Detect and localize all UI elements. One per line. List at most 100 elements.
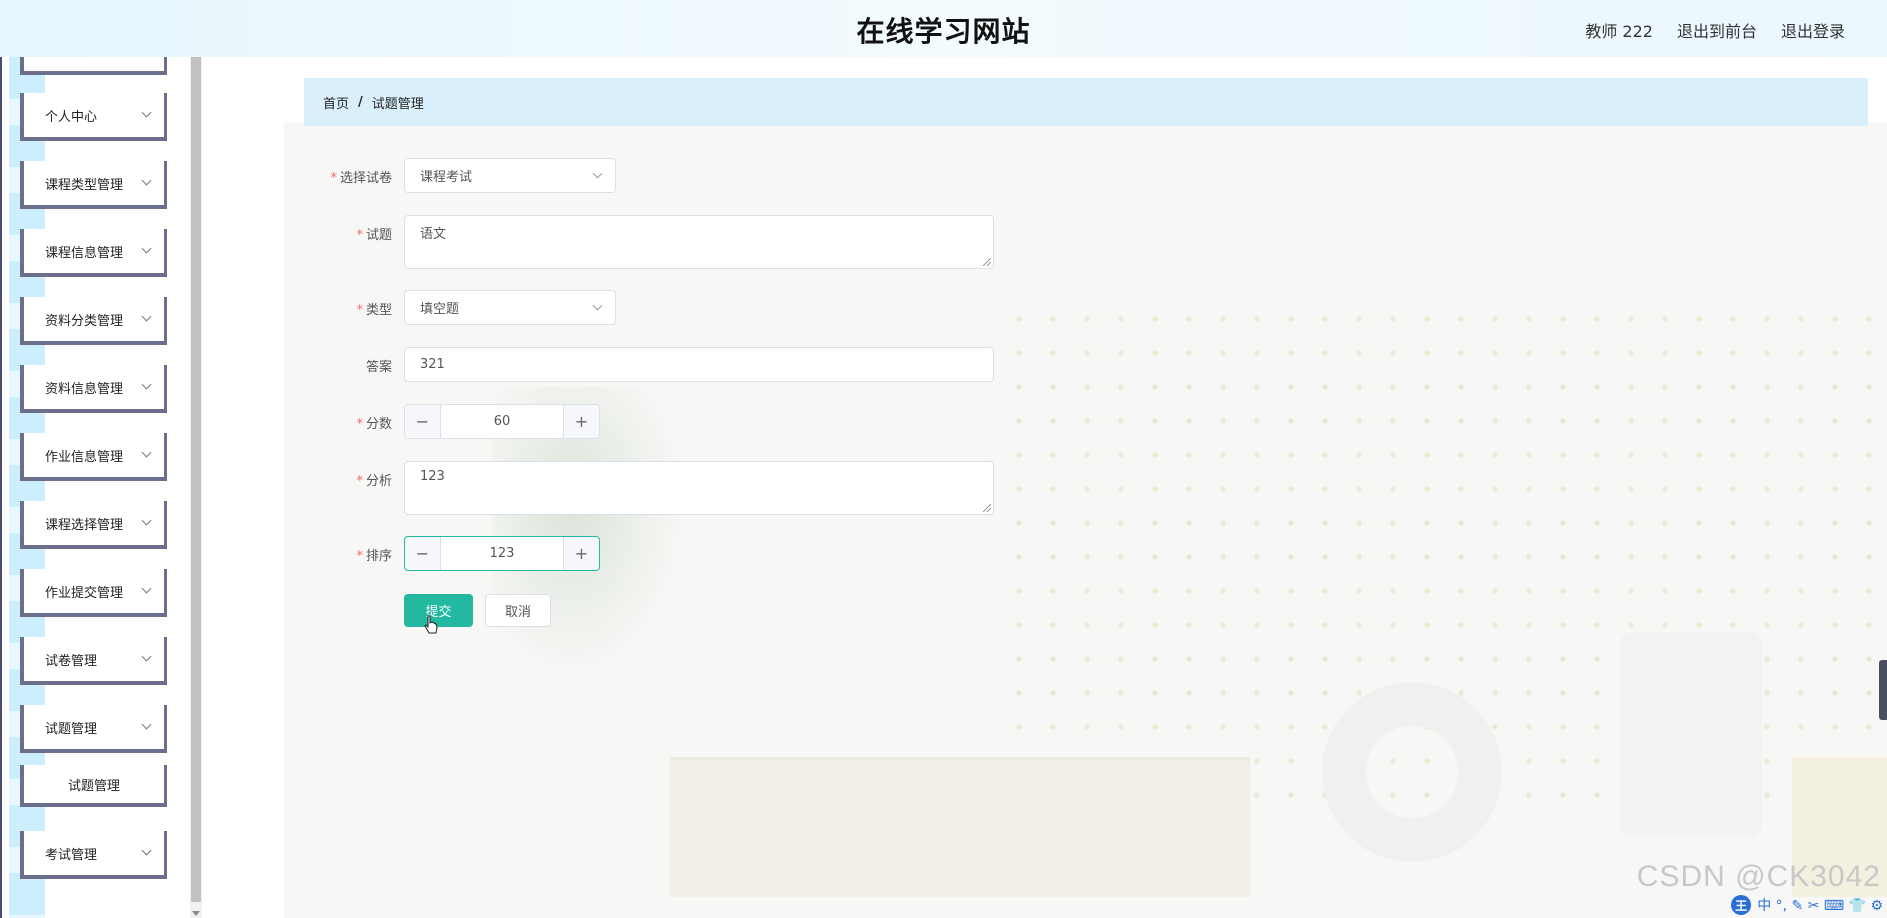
sidebar-item-course-selection[interactable]: 课程选择管理 bbox=[20, 501, 167, 549]
chevron-down-icon bbox=[141, 447, 152, 458]
required-mark: * bbox=[330, 171, 337, 186]
cancel-button[interactable]: 取消 bbox=[485, 594, 551, 627]
type-select-value: 填空题 bbox=[420, 302, 460, 317]
paper-select[interactable]: 课程考试 bbox=[404, 158, 616, 193]
sidebar-item-question-management[interactable]: 试题管理 bbox=[20, 705, 167, 753]
sidebar: 个人中心 课程类型管理 课程信息管理 资料分类管理 资料信息管理 作业信息管理 … bbox=[0, 57, 194, 918]
score-stepper[interactable]: − 60 + bbox=[404, 404, 600, 439]
analysis-value: 123 bbox=[420, 469, 445, 484]
required-mark: * bbox=[356, 228, 363, 243]
chevron-down-icon bbox=[141, 845, 152, 856]
sidebar-item-partial[interactable] bbox=[20, 57, 167, 75]
sidebar-item-label: 考试管理 bbox=[45, 847, 98, 863]
sort-stepper[interactable]: − 123 + bbox=[404, 536, 600, 571]
sidebar-item-material-info[interactable]: 资料信息管理 bbox=[20, 365, 167, 413]
sort-increment-button[interactable]: + bbox=[563, 537, 599, 570]
current-user: 教师 222 bbox=[1585, 22, 1653, 41]
paper-label: * 选择试卷 bbox=[304, 167, 392, 186]
sort-value[interactable]: 123 bbox=[441, 537, 563, 570]
answer-label-text: 答案 bbox=[365, 360, 392, 375]
score-value[interactable]: 60 bbox=[441, 405, 563, 438]
required-mark: * bbox=[356, 549, 363, 564]
score-decrement-button[interactable]: − bbox=[405, 405, 441, 438]
answer-label: 答案 bbox=[304, 356, 392, 375]
submit-button[interactable]: 提交 bbox=[404, 594, 473, 627]
scrollbar-thumb[interactable] bbox=[191, 57, 201, 902]
ime-tools[interactable]: 中 °, ✎ ✂ ⌨ 👕 ⚙ bbox=[1757, 895, 1883, 915]
header-nav: 教师 222 退出到前台 退出登录 bbox=[1585, 18, 1845, 42]
sidebar-item-material-category[interactable]: 资料分类管理 bbox=[20, 297, 167, 345]
question-label: * 试题 bbox=[304, 224, 392, 243]
ime-toolbar[interactable]: 王 中 °, ✎ ✂ ⌨ 👕 ⚙ bbox=[1731, 894, 1883, 916]
score-increment-button[interactable]: + bbox=[563, 405, 599, 438]
chevron-down-icon bbox=[141, 243, 152, 254]
paper-select-value: 课程考试 bbox=[420, 170, 473, 185]
chevron-down-icon bbox=[141, 651, 152, 662]
chevron-down-icon bbox=[592, 168, 603, 179]
sidebar-item-exam-management[interactable]: 考试管理 bbox=[20, 831, 167, 879]
sidebar-item-label: 资料分类管理 bbox=[45, 313, 124, 329]
top-header: 在线学习网站 教师 222 退出到前台 退出登录 bbox=[0, 0, 1887, 57]
chevron-down-icon bbox=[141, 311, 152, 322]
sidebar-item-label: 课程类型管理 bbox=[45, 177, 124, 193]
breadcrumb-home[interactable]: 首页 bbox=[323, 93, 349, 112]
sidebar-item-course-type[interactable]: 课程类型管理 bbox=[20, 161, 167, 209]
analysis-textarea[interactable]: 123 bbox=[404, 461, 994, 515]
resize-handle-icon[interactable] bbox=[983, 504, 991, 512]
sidebar-edge bbox=[0, 57, 2, 918]
sidebar-item-course-info[interactable]: 课程信息管理 bbox=[20, 229, 167, 277]
box-decoration bbox=[670, 757, 1250, 897]
ring-decoration bbox=[1322, 682, 1502, 862]
sidebar-item-label: 课程选择管理 bbox=[45, 517, 124, 533]
sort-label-text: 排序 bbox=[365, 549, 392, 564]
sidebar-scrollbar[interactable] bbox=[190, 57, 202, 918]
hand-cursor-icon bbox=[424, 615, 438, 634]
chevron-down-icon bbox=[141, 719, 152, 730]
sidebar-item-label: 个人中心 bbox=[45, 109, 98, 125]
answer-value: 321 bbox=[420, 357, 445, 372]
breadcrumb-current: 试题管理 bbox=[371, 96, 424, 112]
logout-link[interactable]: 退出登录 bbox=[1781, 18, 1845, 42]
ime-logo-icon[interactable]: 王 bbox=[1731, 895, 1752, 915]
sort-label: * 排序 bbox=[304, 545, 392, 564]
resize-handle-icon[interactable] bbox=[983, 258, 991, 266]
sidebar-subitem-question-management[interactable]: 试题管理 bbox=[20, 765, 167, 807]
analysis-label-text: 分析 bbox=[365, 474, 392, 489]
type-label-text: 类型 bbox=[365, 303, 392, 318]
sidebar-item-paper-management[interactable]: 试卷管理 bbox=[20, 637, 167, 685]
question-value: 语文 bbox=[420, 227, 447, 242]
score-label-text: 分数 bbox=[365, 417, 392, 432]
sort-decrement-button[interactable]: − bbox=[405, 537, 441, 570]
sidebar-subitem-label: 试题管理 bbox=[67, 778, 120, 794]
scroll-down-arrow-icon[interactable] bbox=[192, 911, 200, 916]
sidebar-item-label: 资料信息管理 bbox=[45, 381, 124, 397]
breadcrumb: 首页 / 试题管理 bbox=[304, 78, 1868, 126]
chevron-down-icon bbox=[592, 300, 603, 311]
watermark: CSDN @CK3042 bbox=[1636, 860, 1881, 893]
side-tab[interactable] bbox=[1879, 660, 1887, 720]
analysis-label: * 分析 bbox=[304, 470, 392, 489]
required-mark: * bbox=[356, 474, 363, 489]
required-mark: * bbox=[356, 417, 363, 432]
sidebar-item-homework-submission[interactable]: 作业提交管理 bbox=[20, 569, 167, 617]
sidebar-item-label: 课程信息管理 bbox=[45, 245, 124, 261]
sidebar-item-label: 试卷管理 bbox=[45, 653, 98, 669]
question-label-text: 试题 bbox=[365, 228, 392, 243]
type-label: * 类型 bbox=[304, 299, 392, 318]
answer-input[interactable]: 321 bbox=[404, 347, 994, 382]
cylinder-decoration bbox=[1620, 632, 1762, 837]
chevron-down-icon bbox=[141, 107, 152, 118]
chevron-down-icon bbox=[141, 379, 152, 390]
sidebar-item-label: 作业信息管理 bbox=[45, 449, 124, 465]
chevron-down-icon bbox=[141, 583, 152, 594]
chevron-down-icon bbox=[141, 515, 152, 526]
sidebar-item-label: 试题管理 bbox=[45, 721, 98, 737]
required-mark: * bbox=[356, 303, 363, 318]
question-textarea[interactable]: 语文 bbox=[404, 215, 994, 269]
type-select[interactable]: 填空题 bbox=[404, 290, 616, 325]
sidebar-item-personal-center[interactable]: 个人中心 bbox=[20, 93, 167, 141]
score-label: * 分数 bbox=[304, 413, 392, 432]
sidebar-item-homework-info[interactable]: 作业信息管理 bbox=[20, 433, 167, 481]
back-to-front-link[interactable]: 退出到前台 bbox=[1677, 18, 1757, 42]
breadcrumb-separator: / bbox=[358, 94, 363, 110]
